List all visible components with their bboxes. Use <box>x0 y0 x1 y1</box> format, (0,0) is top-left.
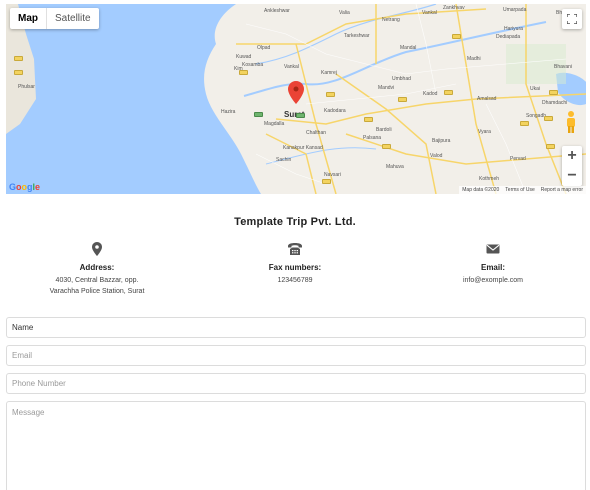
google-logo[interactable]: Google <box>9 182 40 192</box>
map-city-label: Dediapada <box>496 34 521 40</box>
map-data-credit: Map data ©2020 <box>462 187 500 193</box>
highway-shield-icon <box>239 70 248 75</box>
highway-shield-icon <box>254 112 263 117</box>
map-canvas[interactable] <box>6 4 586 194</box>
email-title: Email: <box>480 263 505 272</box>
map-city-label: Hazira <box>221 109 236 115</box>
name-input[interactable] <box>6 317 586 338</box>
highway-shield-icon <box>14 70 23 75</box>
highway-shield-icon <box>444 90 453 95</box>
map-city-label: Vankal <box>422 10 437 16</box>
highway-shield-icon <box>398 97 407 102</box>
map-city-label: Dhamdachi <box>542 100 568 106</box>
address-title: Address: <box>79 263 115 272</box>
street-view-pegman-icon[interactable] <box>564 110 578 134</box>
map-city-label: Umarpada <box>503 7 527 13</box>
highway-shield-icon <box>14 56 23 61</box>
map-city-label: Mandal <box>400 45 417 51</box>
highway-shield-icon <box>364 117 373 122</box>
map-city-label: Netrang <box>382 17 400 23</box>
highway-shield-icon <box>549 90 558 95</box>
address-block: Address: 4030, Central Bazzar, opp. Vara… <box>7 242 187 297</box>
highway-shield-icon <box>520 121 529 126</box>
map-city-label: Phulsar <box>18 84 35 90</box>
google-map[interactable]: Surat Olpad Kamrej Bardoli Hazira Kadoda… <box>6 4 586 194</box>
map-type-map-button[interactable]: Map <box>10 8 46 29</box>
map-city-label: Pervad <box>510 156 526 162</box>
fax-value: 123456789 <box>277 277 313 284</box>
highway-shield-icon <box>322 179 331 184</box>
map-city-label: Bhavani <box>554 64 573 70</box>
map-city-label: Kanakpur Kansad <box>283 145 323 151</box>
map-city-label: Zankhvav <box>443 5 465 11</box>
map-type-control[interactable]: Map Satellite <box>10 8 99 29</box>
email-value[interactable]: info@exomple.com <box>403 275 583 286</box>
map-city-label: Ukai <box>530 86 541 92</box>
highway-shield-icon <box>544 116 553 121</box>
map-city-label: Tarkeshwar <box>344 33 370 39</box>
address-line: 4030, Central Bazzar, opp. <box>55 277 139 284</box>
map-city-label: Magdalla <box>264 121 285 127</box>
map-city-label: Valod <box>430 153 443 159</box>
highway-shield-icon <box>326 92 335 97</box>
map-city-label: Vankal <box>284 64 299 70</box>
map-city-label: Kuwad <box>236 54 252 60</box>
highway-shield-icon <box>546 144 555 149</box>
fullscreen-button[interactable] <box>562 9 582 29</box>
map-pin-icon <box>92 242 102 256</box>
report-error-link[interactable]: Report a map error <box>541 187 583 193</box>
fullscreen-icon <box>567 14 577 24</box>
map-city-label: Kosamba <box>242 62 264 68</box>
highway-shield-icon <box>452 34 461 39</box>
map-city-label: Kadod <box>423 91 438 97</box>
envelope-icon <box>486 244 500 254</box>
map-city-label: Umbhad <box>392 76 411 82</box>
map-city-label: Vyara <box>478 129 491 135</box>
map-city-label: Sachin <box>276 157 292 163</box>
phone-input[interactable] <box>6 373 586 394</box>
highway-shield-icon <box>382 144 391 149</box>
map-city-label: Palsana <box>363 135 382 141</box>
zoom-control[interactable]: + − <box>562 146 582 186</box>
phone-icon <box>288 243 302 255</box>
email-block: Email: info@exomple.com <box>403 242 583 286</box>
map-city-label: Amalsad <box>477 96 497 102</box>
zoom-in-button[interactable]: + <box>567 146 576 166</box>
map-city-label: Hariyura <box>504 26 523 32</box>
map-city-label: Madhi <box>467 56 481 62</box>
map-city-label: Navsari <box>324 172 341 178</box>
fax-title: Fax numbers: <box>268 263 322 272</box>
map-city-label: Kamrej <box>321 70 337 76</box>
map-city-label: Kothmeh <box>479 176 500 182</box>
message-textarea[interactable] <box>6 401 586 490</box>
zoom-out-button[interactable]: − <box>567 166 576 186</box>
map-city-label: Mandvi <box>378 85 395 91</box>
map-city-label: Valia <box>339 10 350 16</box>
address-line: Varachha Police Station, Surat <box>49 288 145 295</box>
map-type-satellite-button[interactable]: Satellite <box>47 8 99 29</box>
map-city-label: Olpad <box>257 45 271 51</box>
map-city-label: Ankleshwar <box>264 8 290 14</box>
highway-shield-icon <box>296 113 305 118</box>
map-city-label: Bardoli <box>376 127 392 133</box>
map-city-label: Chalthan <box>306 130 327 136</box>
map-city-label: Mahuva <box>386 164 404 170</box>
map-city-label: Bajipura <box>432 138 451 144</box>
terms-link[interactable]: Terms of Use <box>505 187 534 193</box>
map-attribution: Map data ©2020 Terms of Use Report a map… <box>459 186 586 194</box>
company-name: Template Trip Pvt. Ltd. <box>234 216 356 228</box>
email-input[interactable] <box>6 345 586 366</box>
map-city-label: Kadodara <box>324 108 346 114</box>
fax-block: Fax numbers: 123456789 <box>205 242 385 286</box>
